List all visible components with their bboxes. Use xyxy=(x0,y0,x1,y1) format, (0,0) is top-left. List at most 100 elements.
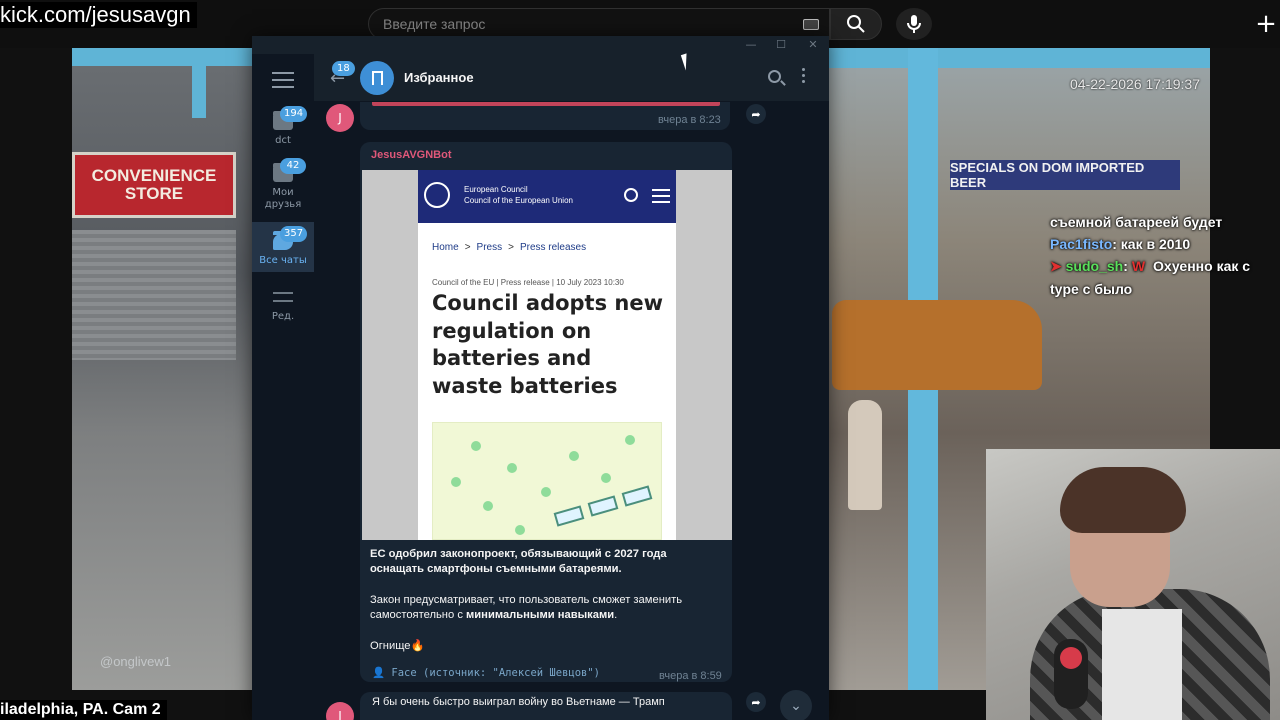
illustration-dot xyxy=(515,525,525,535)
folder-all-chats[interactable]: 357 Все чаты xyxy=(252,222,314,272)
illustration-dot xyxy=(471,441,481,451)
illustration-dot xyxy=(541,487,551,497)
chat-text: Охуенно как с xyxy=(1149,258,1251,274)
more-options-icon[interactable] xyxy=(802,68,806,83)
chat-line: Pac1fisto: как в 2010 xyxy=(1050,236,1280,252)
folder-label: Мои друзья xyxy=(264,187,302,210)
chat-text: : как в 2010 xyxy=(1112,236,1191,252)
folder-my-friends[interactable]: 42 Мои друзья xyxy=(252,154,314,216)
image-blur-right xyxy=(676,170,732,540)
eu-site-navbar: European Council Council of the European… xyxy=(418,170,676,223)
illustration-dot xyxy=(569,451,579,461)
next-message-text: Я бы очень быстро выиграл войну во Вьетн… xyxy=(372,696,665,708)
unread-badge: 357 xyxy=(280,226,308,242)
previous-message[interactable]: вчера в 8:23 xyxy=(360,102,730,130)
microphone-icon xyxy=(907,15,921,33)
stream-timestamp: 04-22-2026 17:19:37 xyxy=(1070,76,1200,92)
sliders-icon xyxy=(273,290,293,306)
voice-search-button[interactable] xyxy=(896,8,932,40)
mic-logo xyxy=(1060,647,1082,669)
avatar[interactable]: J xyxy=(326,702,354,720)
message-signature: 👤 Face (источник: "Алексей Шевцов") xyxy=(372,667,601,679)
maximize-button[interactable]: ☐ xyxy=(774,38,788,52)
create-button[interactable]: + xyxy=(1252,9,1280,39)
illustration-dot xyxy=(625,435,635,445)
folder-label: Все чаты xyxy=(259,255,307,266)
press-release-meta: Council of the EU | Press release | 10 J… xyxy=(432,278,624,287)
folder-sidebar: 194 dct 42 Мои друзья 357 Все чаты Ред. xyxy=(252,54,314,720)
pedestrian xyxy=(848,400,882,510)
eu-council-logo xyxy=(424,182,450,208)
folder-label: Ред. xyxy=(271,311,295,322)
press-release-headline: Council adopts new regulation on batteri… xyxy=(432,291,663,398)
chat-emote: W xyxy=(1131,258,1146,274)
previous-message-preview xyxy=(372,102,720,106)
unread-badge: 42 xyxy=(280,158,306,174)
message-time: вчера в 8:23 xyxy=(658,114,721,126)
forward-icon[interactable]: ➦ xyxy=(746,104,766,124)
breadcrumb: Home > Press > Press releases xyxy=(432,242,587,253)
message-paragraph-1: ЕС одобрил законопроект, обязывающий с 2… xyxy=(370,548,667,576)
press-release-screenshot: European Council Council of the European… xyxy=(418,170,676,540)
chat-title[interactable]: Избранное xyxy=(404,70,474,85)
illustration-dot xyxy=(451,477,461,487)
chat-line: type с было xyxy=(1050,281,1280,297)
chat-username: sudo_sh xyxy=(1065,258,1124,274)
minimize-button[interactable]: — xyxy=(744,38,758,52)
chat-username: Pac1fisto xyxy=(1050,236,1113,252)
streamer-hair xyxy=(1060,467,1186,533)
chat-line: ➤ sudo_sh: W Охуенно как с xyxy=(1050,258,1251,274)
message-time: вчера в 8:59 xyxy=(659,670,722,682)
battery-icon xyxy=(587,495,619,517)
street-left-scene xyxy=(72,48,252,690)
channel-url: kick.com/jesusavgn xyxy=(0,2,197,28)
chat-text: : xyxy=(1123,258,1128,274)
folder-edit[interactable]: Ред. xyxy=(252,276,314,338)
chat-line: съемной батареей будет xyxy=(1050,214,1280,230)
message-list[interactable]: вчера в 8:23 J ➦ JesusAVGNBot European C… xyxy=(314,102,829,720)
message-image[interactable]: European Council Council of the European… xyxy=(362,170,732,540)
store-shutter xyxy=(72,230,236,360)
breadcrumb-press-releases: Press releases xyxy=(519,242,587,253)
back-unread-badge: 18 xyxy=(332,61,355,76)
chat-text: съемной батареей будет xyxy=(1050,214,1223,230)
screen: CONVENIENCE STORE SPECIALS ON DOM IMPORT… xyxy=(0,0,1280,720)
search-icon xyxy=(624,188,638,202)
avatar[interactable]: J xyxy=(326,104,354,132)
chat-header: ← 18 Избранное xyxy=(314,54,829,102)
search-icon[interactable] xyxy=(768,70,781,83)
keyboard-icon[interactable] xyxy=(803,19,819,30)
close-button[interactable]: ✕ xyxy=(806,38,820,52)
stream-chat-overlay: съемной батареей будет Pac1fisto: как в … xyxy=(1050,214,1280,303)
search-button[interactable] xyxy=(830,8,882,40)
message-paragraph-2-bold: минимальными навыками xyxy=(466,609,615,622)
camera-caption: iladelphia, PA. Cam 2 xyxy=(0,700,167,720)
chevron-down-icon: ⌄ xyxy=(790,698,802,714)
forward-icon[interactable]: ➦ xyxy=(746,692,766,712)
breadcrumb-press: Press xyxy=(476,242,503,253)
eu-org-line2: Council of the European Union xyxy=(464,196,573,205)
menu-icon[interactable] xyxy=(272,72,294,88)
store-sign-line1: CONVENIENCE xyxy=(91,166,217,185)
battery-icon xyxy=(553,505,585,527)
folder-label: dct xyxy=(275,135,291,146)
message-sender[interactable]: JesusAVGNBot xyxy=(371,149,451,161)
window-titlebar: — ☐ ✕ xyxy=(252,36,829,54)
eu-org-line1: European Council xyxy=(464,185,528,194)
scroll-down-button[interactable]: ⌄ xyxy=(780,690,812,720)
streamer-webcam xyxy=(986,449,1280,720)
message-text: ЕС одобрил законопроект, обязывающий с 2… xyxy=(370,547,722,669)
search-icon xyxy=(847,15,865,33)
message-bubble[interactable]: JesusAVGNBot European Council Council of… xyxy=(360,142,732,682)
illustration-dot xyxy=(601,473,611,483)
breadcrumb-home: Home xyxy=(432,242,459,253)
next-message[interactable]: Я бы очень быстро выиграл войну во Вьетн… xyxy=(360,692,732,720)
store-sign-line2: STORE xyxy=(124,184,184,203)
microphone xyxy=(1054,639,1088,709)
steel-girder xyxy=(828,48,1210,68)
stream-watermark: @onglivew1 xyxy=(100,654,172,669)
steel-girder xyxy=(72,48,252,66)
steel-girder xyxy=(192,48,206,118)
search-input[interactable] xyxy=(383,16,783,32)
streamer-tshirt xyxy=(1102,609,1182,720)
